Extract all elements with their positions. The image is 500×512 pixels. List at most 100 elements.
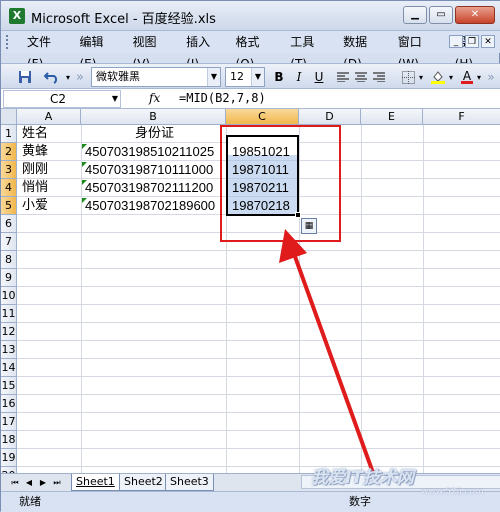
align-right-icon[interactable]: [371, 67, 387, 87]
font-size-select[interactable]: 12 ▼: [225, 67, 265, 87]
column-header-e[interactable]: E: [361, 109, 423, 125]
toolbar-more-icon[interactable]: »: [75, 67, 85, 87]
minimize-button[interactable]: ▁: [403, 6, 427, 24]
row-header-11[interactable]: 11: [1, 305, 17, 323]
column-header-c[interactable]: C: [226, 109, 299, 125]
cell-a5[interactable]: 小爱: [20, 197, 48, 215]
font-name-value: 微软雅黑: [96, 70, 140, 83]
align-left-icon[interactable]: [335, 67, 351, 87]
menu-view[interactable]: 视图(V): [125, 31, 179, 71]
save-icon[interactable]: [15, 67, 35, 87]
row-header-12[interactable]: 12: [1, 323, 17, 341]
row-header-3[interactable]: 3: [1, 161, 17, 179]
name-box[interactable]: C2 ▼: [3, 90, 121, 108]
cell-b5[interactable]: 450703198702189600: [83, 197, 215, 215]
underline-button[interactable]: U: [311, 67, 327, 87]
row-header-7[interactable]: 7: [1, 233, 17, 251]
gridline: [17, 268, 500, 269]
row-header-8[interactable]: 8: [1, 251, 17, 269]
maximize-button[interactable]: ▭: [429, 6, 453, 24]
menu-tools[interactable]: 工具(T): [282, 31, 335, 71]
menu-insert[interactable]: 插入(I): [178, 31, 227, 71]
row-header-2[interactable]: 2: [1, 143, 17, 161]
borders-icon[interactable]: [399, 67, 417, 87]
gridline: [17, 412, 500, 413]
cell-a4[interactable]: 悄悄: [20, 179, 48, 197]
cell-b3[interactable]: 450703198710111000: [83, 161, 213, 179]
excel-app-icon: X: [9, 8, 25, 24]
select-all-button[interactable]: [1, 109, 17, 125]
watermark-url: www.52ij.com: [421, 487, 484, 497]
align-center-icon[interactable]: [353, 67, 369, 87]
row-header-10[interactable]: 10: [1, 287, 17, 305]
gridline: [17, 304, 500, 305]
gridline: [17, 286, 500, 287]
worksheet-grid[interactable]: A B C D E F 1 2 3 4 5 6 7 8 9 10 11 12 13 14 15 16 17 18 1…: [1, 109, 500, 473]
close-button[interactable]: ✕: [455, 6, 495, 24]
menu-window[interactable]: 窗口(W): [390, 31, 447, 71]
menu-edit[interactable]: 编辑(E): [71, 31, 124, 71]
formatting-toolbar: ▾ » 微软雅黑 ▼ 12 ▼ B I U ▾ ▾ A ▾ »: [1, 63, 500, 89]
row-header-13[interactable]: 13: [1, 341, 17, 359]
cell-a2[interactable]: 黄蜂: [20, 143, 48, 161]
gridline: [17, 466, 500, 467]
row-header-4[interactable]: 4: [1, 179, 17, 197]
row-header-14[interactable]: 14: [1, 359, 17, 377]
row-header-15[interactable]: 15: [1, 377, 17, 395]
row-header-6[interactable]: 6: [1, 215, 17, 233]
chevron-down-icon[interactable]: ▼: [251, 68, 264, 86]
row-header-5[interactable]: 5: [1, 197, 17, 215]
doc-restore-icon[interactable]: ❐: [465, 35, 479, 48]
row-header-17[interactable]: 17: [1, 413, 17, 431]
text-number-indicator-icon: [82, 162, 87, 167]
formula-input[interactable]: =MID(B2,7,8): [179, 91, 266, 105]
row-header-1[interactable]: 1: [1, 125, 17, 143]
toolbar-grip[interactable]: [6, 35, 12, 49]
cell-b1[interactable]: 身份证: [133, 125, 174, 143]
row-header-16[interactable]: 16: [1, 395, 17, 413]
menu-data[interactable]: 数据(D): [335, 31, 390, 71]
doc-close-icon[interactable]: ✕: [481, 35, 495, 48]
undo-dropdown-icon[interactable]: ▾: [63, 67, 73, 87]
doc-minimize-icon[interactable]: _: [449, 35, 463, 48]
next-sheet-icon[interactable]: ▶: [37, 476, 49, 489]
excel-window: X Microsoft Excel - 百度经验.xls ▁ ▭ ✕ 文件(F)…: [0, 0, 500, 512]
undo-icon[interactable]: [41, 67, 63, 87]
function-icon[interactable]: fx: [149, 91, 160, 105]
tab-sheet1[interactable]: Sheet1: [71, 474, 120, 491]
column-header-f[interactable]: F: [423, 109, 500, 125]
italic-button[interactable]: I: [291, 67, 307, 87]
gridline: [17, 322, 500, 323]
menu-format[interactable]: 格式(O): [228, 31, 283, 71]
text-number-indicator-icon: [82, 180, 87, 185]
chevron-down-icon[interactable]: ▾: [447, 67, 455, 87]
row-header-9[interactable]: 9: [1, 269, 17, 287]
column-header-b[interactable]: B: [81, 109, 226, 125]
column-header-d[interactable]: D: [299, 109, 361, 125]
chevron-down-icon[interactable]: ▼: [207, 68, 220, 86]
cell-a1[interactable]: 姓名: [20, 125, 48, 143]
gridline: [17, 250, 500, 251]
chevron-down-icon[interactable]: ▾: [417, 67, 425, 87]
bold-button[interactable]: B: [271, 67, 287, 87]
tab-sheet2[interactable]: Sheet2: [119, 474, 168, 491]
tab-sheet3[interactable]: Sheet3: [165, 474, 214, 491]
cell-a3[interactable]: 刚刚: [20, 161, 48, 179]
status-num: 数字: [349, 495, 371, 508]
toolbar-more-icon[interactable]: »: [485, 67, 497, 87]
name-box-value: C2: [50, 92, 67, 106]
last-sheet-icon[interactable]: ⏭: [51, 476, 63, 489]
first-sheet-icon[interactable]: ⏮: [9, 476, 21, 489]
row-header-19[interactable]: 19: [1, 449, 17, 467]
font-name-select[interactable]: 微软雅黑 ▼: [91, 67, 221, 87]
font-color-button[interactable]: A: [459, 67, 475, 87]
chevron-down-icon[interactable]: ▼: [112, 91, 118, 107]
row-header-18[interactable]: 18: [1, 431, 17, 449]
menu-file[interactable]: 文件(F): [19, 31, 71, 71]
prev-sheet-icon[interactable]: ◀: [23, 476, 35, 489]
cell-b4[interactable]: 450703198702111200: [83, 179, 213, 197]
cell-b2[interactable]: 450703198510211025: [83, 143, 214, 161]
column-header-a[interactable]: A: [17, 109, 81, 125]
fill-color-icon[interactable]: [429, 67, 447, 87]
chevron-down-icon[interactable]: ▾: [475, 67, 483, 87]
